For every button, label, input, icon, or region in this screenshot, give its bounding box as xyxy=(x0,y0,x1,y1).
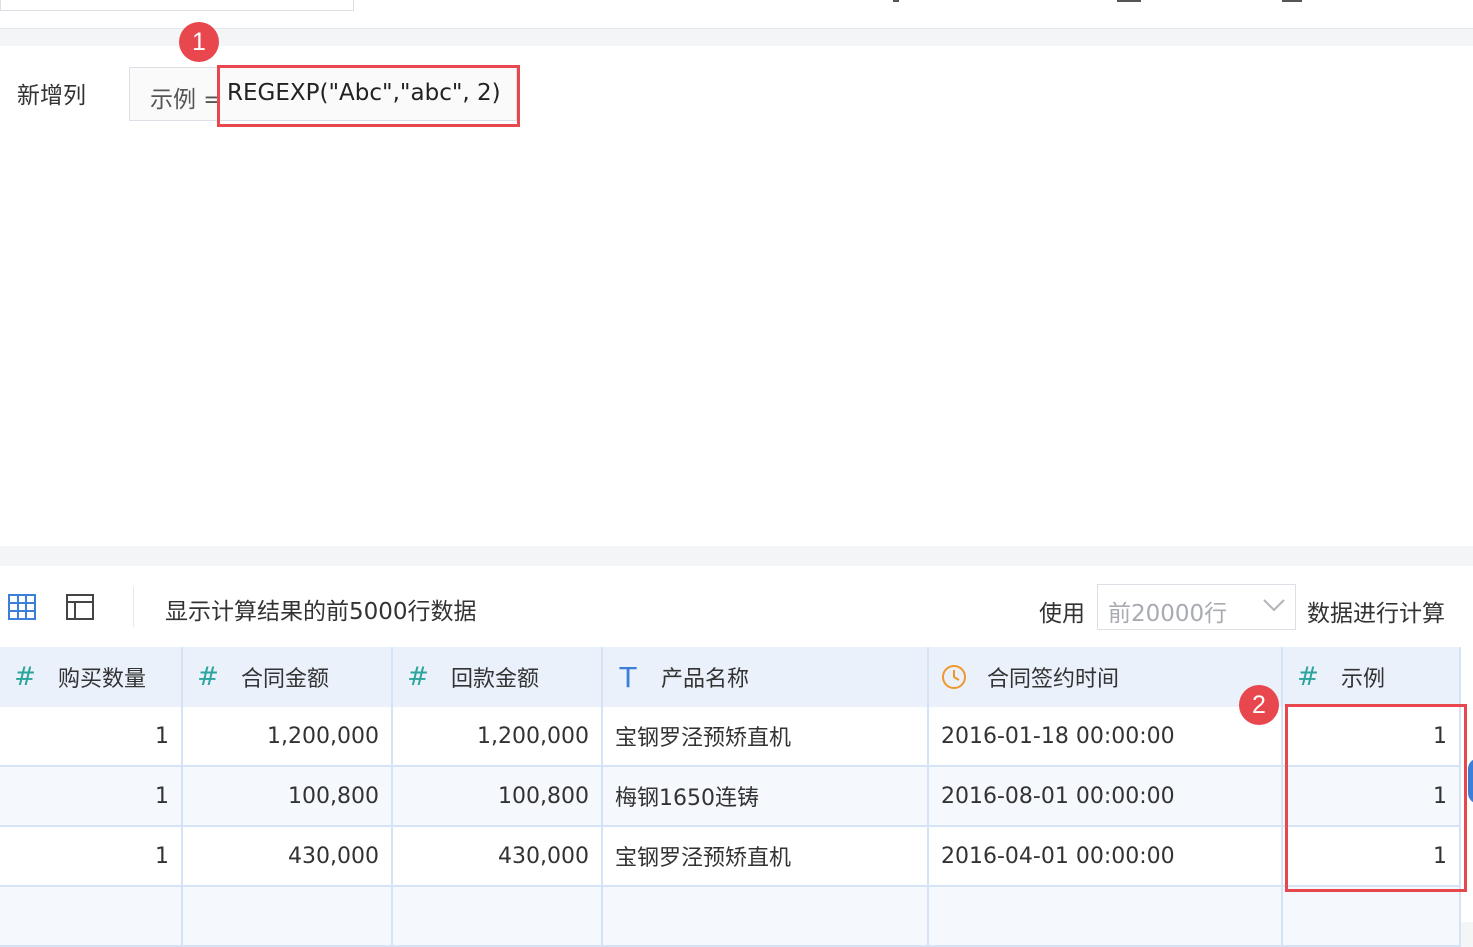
step-badge-1: 1 xyxy=(179,22,219,62)
column-header-label: 合同签约时间 xyxy=(987,667,1120,692)
toolbar-divider xyxy=(133,587,134,627)
column-header[interactable]: # 购买数量 xyxy=(0,647,183,707)
number-hash-icon: # xyxy=(197,662,219,692)
column-header[interactable]: T 产品名称 xyxy=(602,647,929,707)
table-cell: 2016-04-01 00:00:00 xyxy=(928,826,1283,887)
table-cell xyxy=(928,886,1283,947)
table-cell: 梅钢1650连铸 xyxy=(602,766,929,827)
table-cell: 1,200,000 xyxy=(182,707,393,767)
number-hash-icon: # xyxy=(1297,662,1319,692)
clock-icon xyxy=(941,664,967,690)
table-cell: 1,200,000 xyxy=(392,707,603,767)
table-cell: 430,000 xyxy=(182,826,393,887)
table-cell: 100,800 xyxy=(182,766,393,827)
chevron-down-icon xyxy=(1263,597,1285,616)
top-bar xyxy=(0,0,1473,29)
top-bar-mark xyxy=(1117,0,1141,2)
row-count-select[interactable]: 前20000行 xyxy=(1097,584,1296,630)
table-cell xyxy=(392,886,603,947)
table-cell xyxy=(0,886,183,947)
text-type-icon: T xyxy=(619,660,637,694)
result-limit-note: 显示计算结果的前5000行数据 xyxy=(165,599,477,625)
column-header-label: 合同金额 xyxy=(241,667,330,692)
step-badge-2: 2 xyxy=(1239,685,1279,725)
calc-label: 数据进行计算 xyxy=(1307,601,1445,627)
table-cell xyxy=(602,886,929,947)
use-label: 使用 xyxy=(1039,601,1085,627)
column-header-label: 购买数量 xyxy=(58,667,147,692)
table-row: 1 1,200,000 1,200,000 宝钢罗泾预矫直机 2016-01-1… xyxy=(0,707,1461,767)
row-count-value: 前20000行 xyxy=(1108,601,1228,627)
data-preview-table: # 购买数量 # 合同金额 # 回款金额 T 产品名称 合同签约时间 # 示例 xyxy=(0,647,1461,947)
table-cell: 1 xyxy=(0,707,183,767)
new-column-label: 新增列 xyxy=(17,83,86,109)
column-header[interactable]: # 回款金额 xyxy=(392,647,603,707)
column-header-label: 示例 xyxy=(1341,667,1386,692)
column-header[interactable]: # 示例 xyxy=(1282,647,1461,707)
table-cell: 宝钢罗泾预矫直机 xyxy=(602,707,929,767)
layout-panel-icon[interactable] xyxy=(66,594,94,624)
table-cell: 宝钢罗泾预矫直机 xyxy=(602,826,929,887)
table-cell: 2016-08-01 00:00:00 xyxy=(928,766,1283,827)
number-hash-icon: # xyxy=(14,662,36,692)
table-row: 1 100,800 100,800 梅钢1650连铸 2016-08-01 00… xyxy=(0,766,1461,827)
top-bar-mark xyxy=(1282,0,1302,2)
table-grid-icon[interactable] xyxy=(8,594,36,624)
highlight-box-formula xyxy=(217,65,520,127)
table-cell: 2016-01-18 00:00:00 xyxy=(928,707,1283,767)
top-input-stub[interactable] xyxy=(0,0,354,11)
column-header[interactable]: 合同签约时间 xyxy=(928,647,1283,707)
table-row xyxy=(0,886,1461,947)
table-cell xyxy=(1282,886,1461,947)
table-cell: 1 xyxy=(0,766,183,827)
table-cell: 1 xyxy=(0,826,183,887)
number-hash-icon: # xyxy=(407,662,429,692)
table-cell xyxy=(182,886,393,947)
highlight-box-result-column xyxy=(1285,704,1467,892)
column-header-label: 产品名称 xyxy=(661,667,750,692)
formula-prefix: 示例 = xyxy=(150,87,223,113)
column-header[interactable]: # 合同金额 xyxy=(182,647,393,707)
table-cell: 430,000 xyxy=(392,826,603,887)
column-header-label: 回款金额 xyxy=(451,667,540,692)
table-cell: 100,800 xyxy=(392,766,603,827)
floating-scroll-handle[interactable] xyxy=(1468,758,1473,804)
top-bar-mark xyxy=(893,0,899,2)
table-row: 1 430,000 430,000 宝钢罗泾预矫直机 2016-04-01 00… xyxy=(0,826,1461,887)
